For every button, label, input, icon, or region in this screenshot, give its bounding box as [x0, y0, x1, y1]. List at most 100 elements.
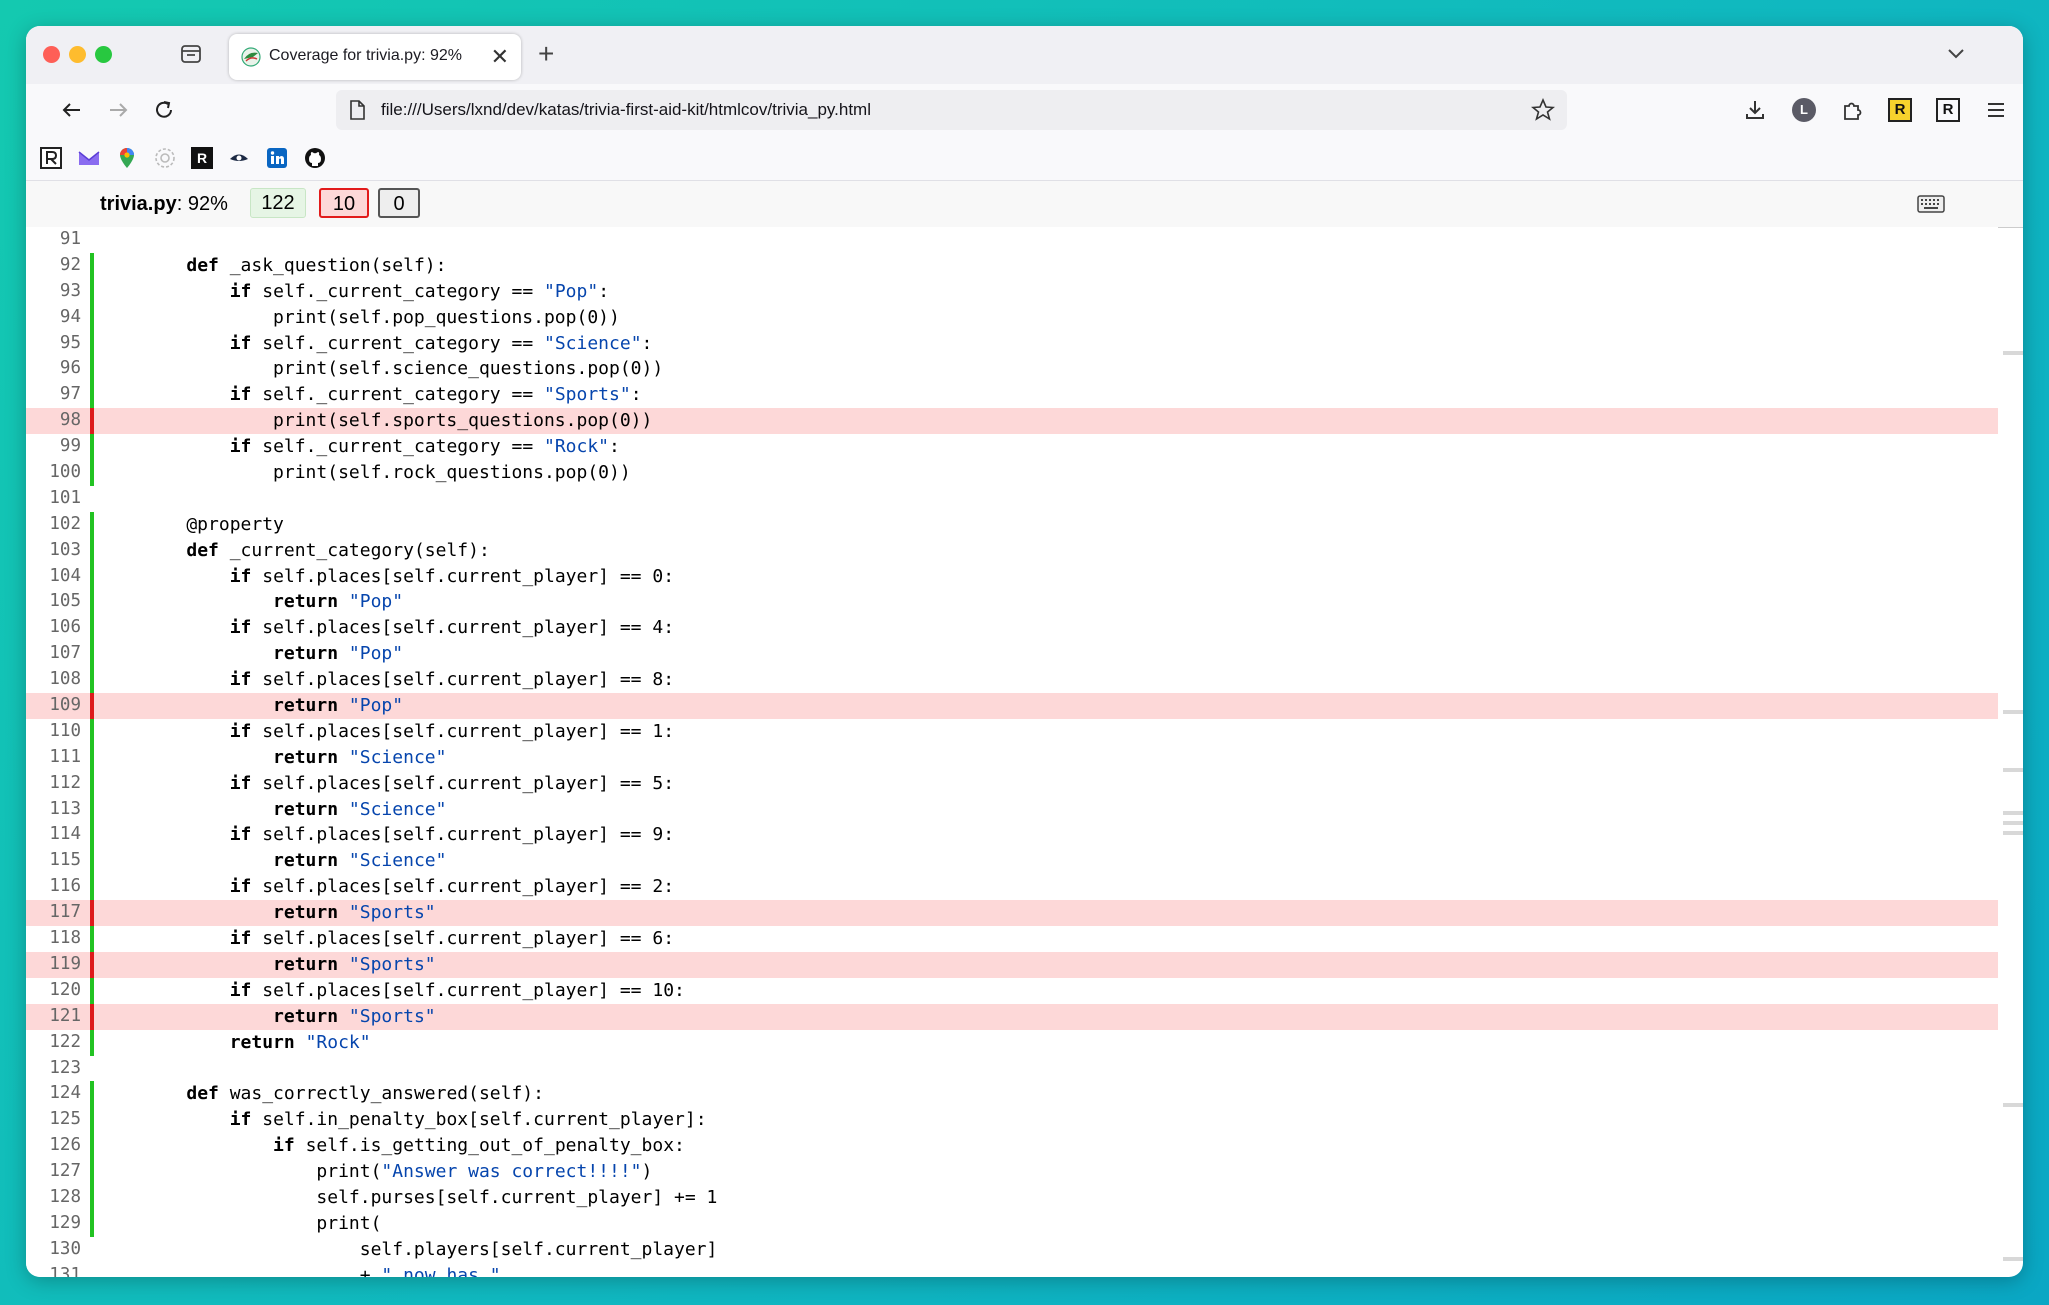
line-number[interactable]: 103	[26, 538, 81, 564]
forward-arrow-icon[interactable]	[106, 98, 130, 122]
line-number[interactable]: 95	[26, 331, 81, 357]
line-number[interactable]: 110	[26, 719, 81, 745]
firefox-view-icon[interactable]	[180, 43, 202, 65]
line-number[interactable]: 111	[26, 745, 81, 771]
minimize-window-button[interactable]	[69, 46, 86, 63]
line-number[interactable]: 115	[26, 848, 81, 874]
run-lines-button[interactable]: 122	[250, 188, 306, 218]
source-line: 126 if self.is_getting_out_of_penalty_bo…	[26, 1133, 1998, 1160]
bookmark-r-outline-icon[interactable]	[40, 147, 62, 169]
line-number[interactable]: 102	[26, 512, 81, 538]
code-string: "Rock"	[544, 436, 610, 458]
github-icon[interactable]	[304, 147, 326, 169]
missing-lines-button[interactable]: 10	[319, 188, 369, 218]
source-line: 117 return "Sports"	[26, 900, 1998, 927]
line-number[interactable]: 113	[26, 797, 81, 823]
keyboard-shortcuts-icon[interactable]	[1917, 195, 1945, 213]
line-number[interactable]: 112	[26, 771, 81, 797]
scrollbar-marker	[2003, 351, 2023, 355]
downloads-icon[interactable]	[1743, 98, 1767, 122]
line-code: return "Pop"	[143, 641, 403, 667]
line-number[interactable]: 121	[26, 1004, 81, 1030]
line-number[interactable]: 116	[26, 874, 81, 900]
line-number[interactable]: 100	[26, 460, 81, 486]
excluded-lines-button[interactable]: 0	[378, 188, 420, 218]
new-tab-button[interactable]: +	[538, 38, 554, 70]
line-number[interactable]: 91	[26, 227, 81, 253]
line-number[interactable]: 93	[26, 279, 81, 305]
line-number[interactable]: 125	[26, 1107, 81, 1133]
hamburger-menu-icon[interactable]	[1984, 98, 2008, 122]
line-number[interactable]: 104	[26, 564, 81, 590]
line-number[interactable]: 123	[26, 1056, 81, 1082]
line-code: if self.places[self.current_player] == 4…	[143, 615, 674, 641]
code-text: self._current_category ==	[251, 280, 544, 302]
back-arrow-icon[interactable]	[60, 98, 84, 122]
line-number[interactable]: 124	[26, 1081, 81, 1107]
line-number[interactable]: 105	[26, 589, 81, 615]
google-maps-icon[interactable]	[116, 147, 138, 169]
extensions-puzzle-icon[interactable]	[1840, 98, 1864, 122]
close-tab-icon[interactable]: ✕	[491, 44, 509, 70]
bookmark-r-solid-icon[interactable]: R	[191, 147, 213, 169]
line-number[interactable]: 122	[26, 1030, 81, 1056]
settings-gear-icon[interactable]	[154, 147, 176, 169]
source-line: 107 return "Pop"	[26, 641, 1998, 668]
url-bar[interactable]: file:///Users/lxnd/dev/katas/trivia-firs…	[336, 90, 1567, 130]
source-line: 131 + " now has "	[26, 1263, 1998, 1277]
line-number[interactable]: 92	[26, 253, 81, 279]
line-number[interactable]: 117	[26, 900, 81, 926]
line-number[interactable]: 119	[26, 952, 81, 978]
extension-r-yellow-icon[interactable]: R	[1888, 98, 1912, 122]
proton-mail-icon[interactable]	[78, 147, 100, 169]
code-keyword: return	[229, 1031, 295, 1053]
run-line-marker	[90, 434, 94, 461]
line-number[interactable]: 97	[26, 382, 81, 408]
line-number[interactable]: 99	[26, 434, 81, 460]
line-number[interactable]: 129	[26, 1211, 81, 1237]
line-number[interactable]: 128	[26, 1185, 81, 1211]
account-avatar[interactable]: L	[1792, 98, 1816, 122]
list-all-tabs-chevron-icon[interactable]	[1945, 42, 1967, 64]
line-number[interactable]: 107	[26, 641, 81, 667]
linkedin-icon[interactable]	[266, 147, 288, 169]
line-number[interactable]: 108	[26, 667, 81, 693]
line-number[interactable]: 106	[26, 615, 81, 641]
line-number[interactable]: 98	[26, 408, 81, 434]
code-string: "Sports"	[348, 953, 436, 975]
line-number[interactable]: 96	[26, 356, 81, 382]
line-code: return "Rock"	[143, 1030, 371, 1056]
line-number[interactable]: 130	[26, 1237, 81, 1263]
line-number[interactable]: 118	[26, 926, 81, 952]
reload-icon[interactable]	[152, 98, 176, 122]
source-line: 120 if self.places[self.current_player] …	[26, 977, 1998, 1004]
close-window-button[interactable]	[43, 46, 60, 63]
bookmark-star-icon[interactable]	[1531, 98, 1555, 122]
line-number[interactable]: 126	[26, 1133, 81, 1159]
source-line: 94 print(self.pop_questions.pop(0))	[26, 304, 1998, 331]
line-code: def _current_category(self):	[143, 538, 489, 564]
line-number[interactable]: 120	[26, 978, 81, 1004]
source-line: 127 print("Answer was correct!!!!")	[26, 1159, 1998, 1185]
code-keyword: if	[229, 280, 252, 302]
line-number[interactable]: 109	[26, 693, 81, 719]
bookmarks-bar: R	[26, 136, 2023, 181]
line-code: if self._current_category == "Rock":	[143, 434, 620, 460]
line-number[interactable]: 131	[26, 1263, 81, 1277]
extension-r-icon[interactable]: R	[1936, 98, 1960, 122]
line-number[interactable]: 114	[26, 822, 81, 848]
line-number[interactable]: 94	[26, 305, 81, 331]
line-number[interactable]: 127	[26, 1159, 81, 1185]
tab-coverage[interactable]: Coverage for trivia.py: 92% ✕	[229, 34, 521, 80]
zoom-window-button[interactable]	[95, 46, 112, 63]
eye-bookmark-icon[interactable]	[228, 147, 250, 169]
line-number[interactable]: 101	[26, 486, 81, 512]
